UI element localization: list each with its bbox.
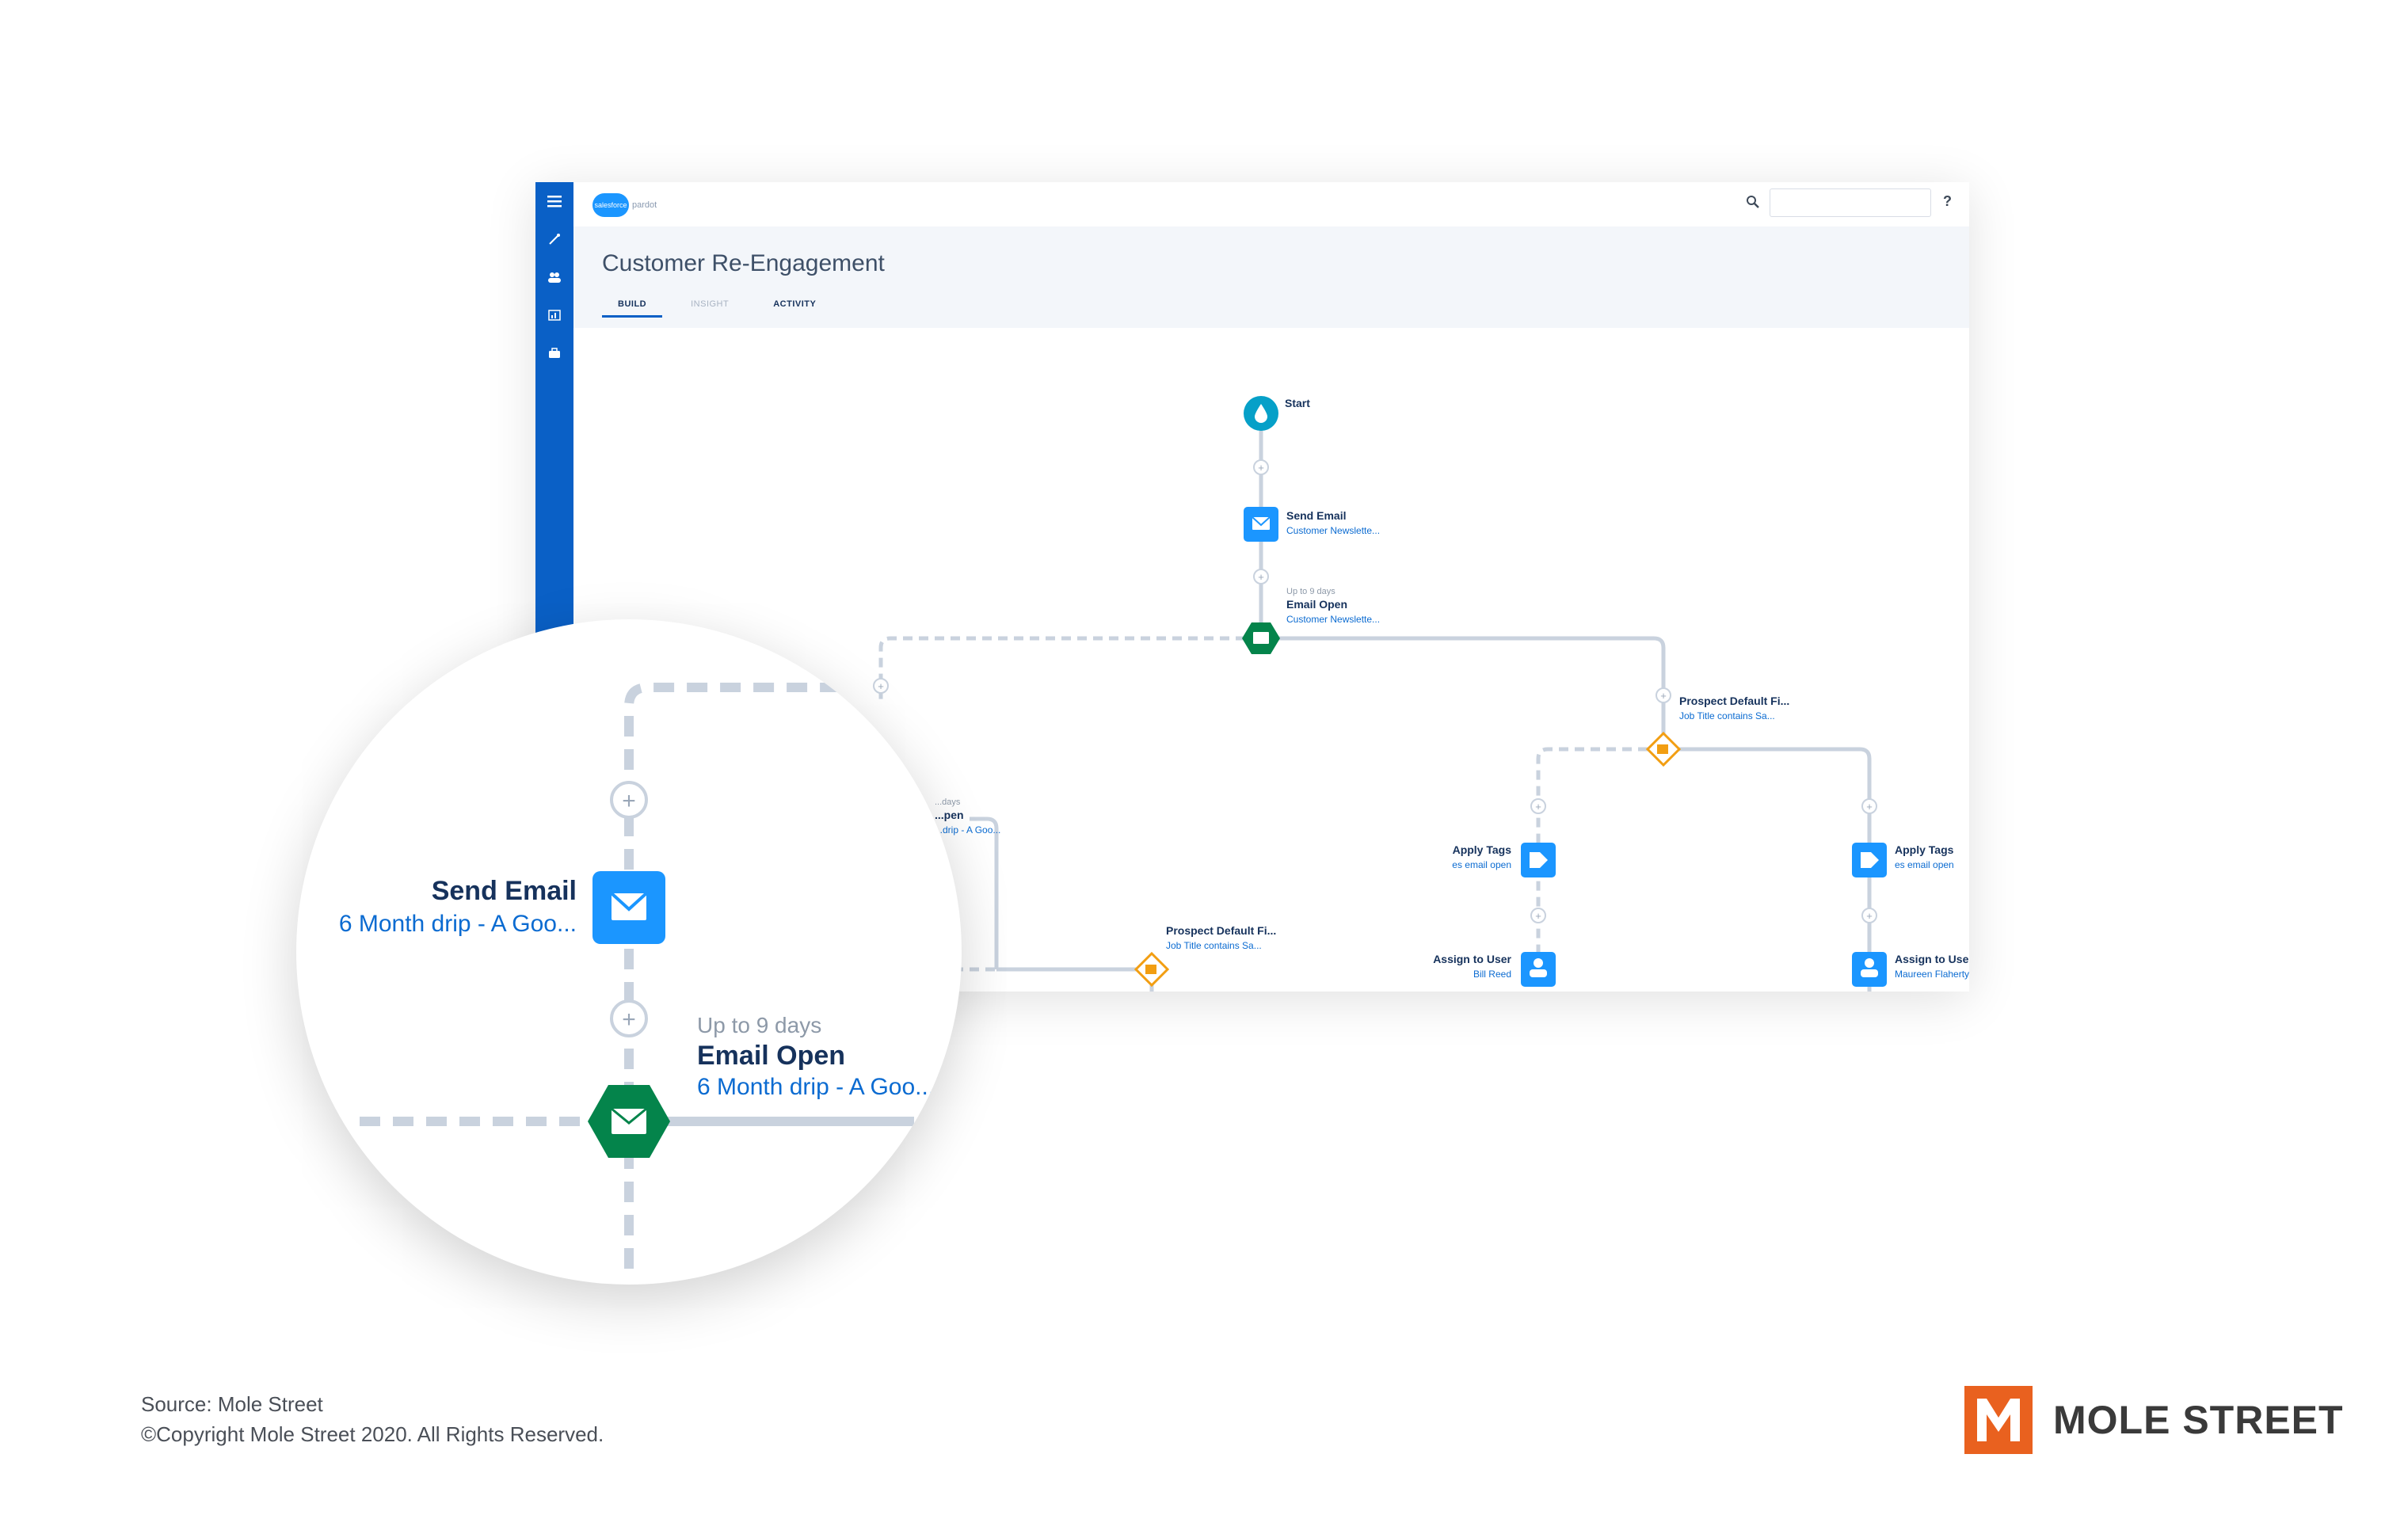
assign-right-title: Assign to User	[1895, 953, 1969, 965]
salesforce-pardot-logo: salesforce pardot	[592, 193, 657, 217]
svg-text:+: +	[1258, 571, 1264, 583]
rule-left-title: Prospect Default Fi...	[1166, 924, 1276, 937]
assign-user-node-left[interactable]: Assign to User Bill Reed	[1433, 952, 1556, 987]
zoom-email-open-trigger[interactable]: Up to 9 days Email Open 6 Month drip - A…	[588, 1013, 935, 1158]
zoom-email-open-wait: Up to 9 days	[697, 1013, 821, 1037]
salesforce-cloud-logo: salesforce	[592, 193, 629, 217]
rule-left-subtitle: Job Title contains Sa...	[1166, 940, 1262, 951]
start-label: Start	[1285, 397, 1310, 409]
briefcase-icon[interactable]	[540, 339, 569, 367]
email-open-wait: Up to 9 days	[1286, 587, 1335, 596]
apply-tags-left-subtitle: es email open	[1452, 859, 1511, 870]
search-input[interactable]	[1770, 188, 1931, 217]
apply-tags-node-right[interactable]: Apply Tags es email open	[1852, 843, 1954, 877]
brand-name: MOLE STREET	[2053, 1398, 2344, 1442]
apply-tags-right-title: Apply Tags	[1895, 843, 1954, 856]
envelope-icon	[1253, 632, 1269, 644]
user-icon	[1865, 958, 1874, 968]
footer-copyright: ©Copyright Mole Street 2020. All Rights …	[141, 1422, 604, 1446]
page-title: Customer Re-Engagement	[602, 250, 885, 276]
zoom-diagram: + + Send Email 6 Month drip - A Goo... U…	[339, 683, 935, 1269]
help-button[interactable]: ?	[1943, 193, 1952, 210]
svg-text:+: +	[622, 1007, 636, 1033]
start-node[interactable]: Start	[1244, 396, 1310, 431]
svg-text:+: +	[1258, 462, 1264, 474]
apply-tags-left-title: Apply Tags	[1453, 843, 1512, 856]
zoom-email-open-subtitle: 6 Month drip - A Goo...	[697, 1074, 935, 1100]
rule-node-left[interactable]: Prospect Default Fi... Job Title contain…	[1134, 924, 1276, 988]
send-email-title: Send Email	[1286, 509, 1346, 522]
user-icon	[1534, 958, 1543, 968]
mole-street-logo	[1964, 1386, 2033, 1454]
svg-text:+: +	[1535, 910, 1541, 922]
svg-text:+: +	[622, 788, 636, 814]
assign-left-title: Assign to User	[1433, 953, 1511, 965]
zoom-callout: + + Send Email 6 Month drip - A Goo... U…	[296, 619, 962, 1285]
edit-icon	[1657, 744, 1668, 754]
edit-icon	[1145, 965, 1156, 974]
tab-insight[interactable]: INSIGHT	[675, 299, 745, 318]
report-icon[interactable]	[540, 301, 569, 329]
product-name: pardot	[632, 200, 657, 210]
svg-text:+: +	[1866, 801, 1873, 813]
rule-right-subtitle: Job Title contains Sa...	[1679, 710, 1775, 721]
svg-text:+: +	[1866, 910, 1873, 922]
send-email-node[interactable]: Send Email Customer Newslette...	[1244, 507, 1380, 542]
tab-build[interactable]: BUILD	[602, 299, 663, 318]
zoom-send-email-node[interactable]: Send Email 6 Month drip - A Goo...	[339, 871, 665, 944]
zoom-send-email-subtitle: 6 Month drip - A Goo...	[339, 911, 577, 937]
zoom-email-open-title: Email Open	[697, 1041, 845, 1071]
email-open-subtitle: Customer Newslette...	[1286, 614, 1380, 625]
top-bar: salesforce pardot ?	[573, 182, 1969, 226]
search-icon[interactable]	[1746, 195, 1760, 213]
assign-right-subtitle: Maureen Flaherty	[1895, 969, 1969, 980]
svg-text:+: +	[1660, 690, 1667, 702]
assign-left-subtitle: Bill Reed	[1473, 969, 1511, 980]
apply-tags-right-subtitle: es email open	[1895, 859, 1954, 870]
people-icon[interactable]	[540, 263, 569, 291]
email-open-title: Email Open	[1286, 598, 1347, 611]
zoom-send-email-title: Send Email	[432, 876, 577, 906]
apply-tags-node-left[interactable]: Apply Tags es email open	[1452, 843, 1556, 877]
tab-activity[interactable]: ACTIVITY	[757, 299, 832, 318]
rule-node-right[interactable]: Prospect Default Fi... Job Title contain…	[1645, 695, 1789, 767]
page-header: Customer Re-Engagement BUILD INSIGHT ACT…	[573, 226, 1969, 328]
footer-source: Source: Mole Street	[141, 1392, 323, 1416]
wand-icon[interactable]	[540, 225, 569, 253]
rule-right-title: Prospect Default Fi...	[1679, 695, 1789, 707]
send-email-subtitle: Customer Newslette...	[1286, 525, 1380, 536]
menu-icon[interactable]	[540, 187, 569, 215]
tab-bar: BUILD INSIGHT ACTIVITY	[602, 299, 832, 318]
assign-user-node-right[interactable]: Assign to User Maureen Flaherty	[1852, 952, 1969, 987]
svg-text:+: +	[1535, 801, 1541, 813]
